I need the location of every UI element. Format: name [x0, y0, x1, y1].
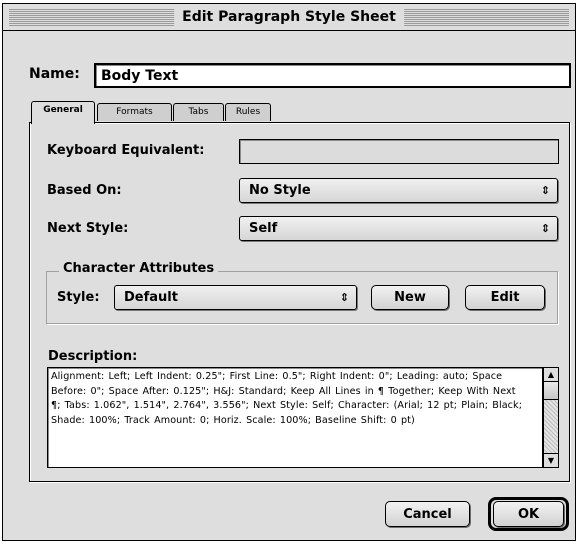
- edit-button[interactable]: Edit: [465, 285, 545, 310]
- based-on-popup[interactable]: No Style ⇕: [239, 178, 558, 203]
- description-label: Description:: [48, 349, 138, 364]
- ok-button[interactable]: OK: [493, 501, 564, 527]
- tab-tabs[interactable]: Tabs: [173, 103, 224, 121]
- description-scrollbar[interactable]: ▲ ▼: [543, 367, 559, 468]
- popup-arrows-icon: ⇕: [540, 222, 550, 235]
- cancel-button[interactable]: Cancel: [385, 501, 470, 527]
- character-attributes-title: Character Attributes: [59, 261, 219, 276]
- popup-arrows-icon: ⇕: [540, 184, 550, 197]
- title-bar[interactable]: Edit Paragraph Style Sheet: [3, 4, 575, 31]
- character-style-popup[interactable]: Default ⇕: [114, 285, 357, 310]
- character-style-value: Default: [124, 290, 178, 305]
- based-on-value: No Style: [249, 183, 311, 198]
- character-attributes-group: Character Attributes Style: Default ⇕ Ne…: [46, 261, 558, 324]
- keyboard-equivalent-field[interactable]: [239, 139, 559, 164]
- next-style-value: Self: [249, 221, 278, 236]
- edit-paragraph-style-dialog: Edit Paragraph Style Sheet Name: General…: [2, 3, 576, 541]
- tab-rules[interactable]: Rules: [225, 103, 271, 121]
- style-label: Style:: [57, 290, 100, 305]
- tab-general[interactable]: General: [31, 101, 95, 124]
- new-button[interactable]: New: [371, 285, 449, 310]
- next-style-popup[interactable]: Self ⇕: [239, 216, 558, 241]
- scroll-up-arrow-icon[interactable]: ▲: [544, 368, 558, 382]
- scroll-thumb[interactable]: [544, 382, 558, 400]
- dialog-title: Edit Paragraph Style Sheet: [174, 7, 404, 27]
- based-on-label: Based On:: [47, 183, 122, 198]
- scroll-down-arrow-icon[interactable]: ▼: [544, 453, 558, 467]
- popup-arrows-icon: ⇕: [339, 291, 349, 304]
- keyboard-equivalent-label: Keyboard Equivalent:: [47, 143, 205, 158]
- next-style-label: Next Style:: [47, 221, 129, 236]
- description-text: Alignment: Left; Left Indent: 0.25"; Fir…: [51, 371, 523, 426]
- name-label: Name:: [29, 66, 80, 82]
- general-panel: Keyboard Equivalent: Based On: No Style …: [29, 122, 570, 482]
- tab-formats[interactable]: Formats: [97, 103, 172, 121]
- description-box[interactable]: Alignment: Left; Left Indent: 0.25"; Fir…: [47, 367, 543, 468]
- name-field[interactable]: [94, 63, 571, 88]
